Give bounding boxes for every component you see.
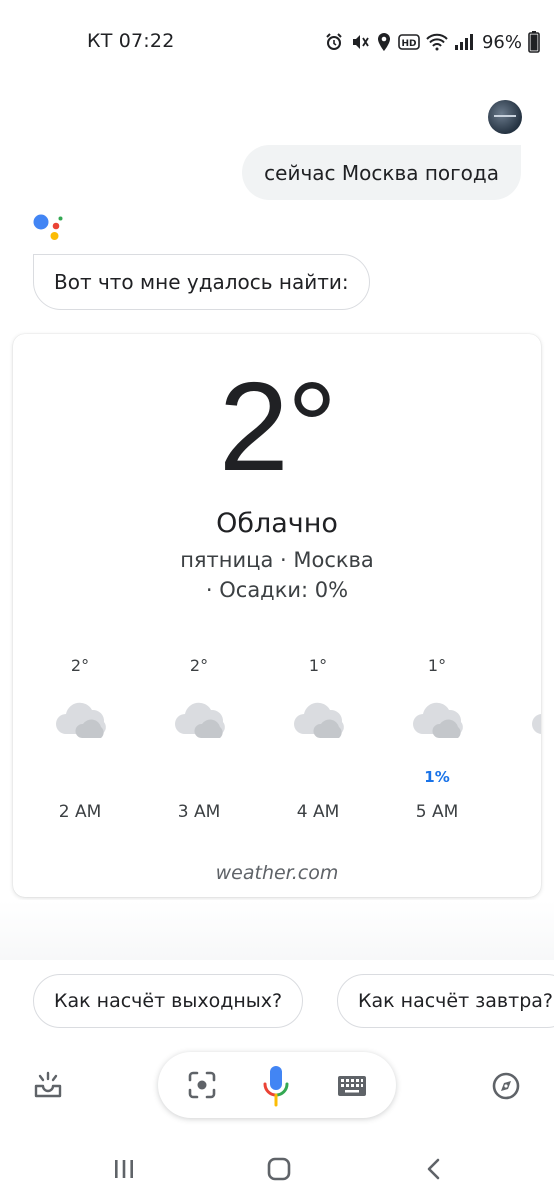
cloudy-icon [532, 714, 541, 734]
hourly-item: 2° 3 AM [149, 652, 249, 822]
suggestion-chip-tomorrow[interactable]: Как насчёт завтра? [337, 974, 554, 1028]
back-icon[interactable] [420, 1154, 448, 1184]
hourly-item: 1° 1% 5 AM [387, 652, 487, 822]
updates-tray-icon[interactable] [30, 1068, 66, 1104]
hourly-precip: 1% [424, 768, 450, 786]
weather-day-location: пятница · Москва [180, 548, 374, 572]
cloudy-icon [175, 702, 225, 738]
cloudy-icon [294, 702, 344, 738]
cloudy-icon [413, 702, 463, 738]
signal-icon [454, 33, 474, 51]
system-nav-bar [0, 1140, 554, 1200]
home-icon[interactable] [262, 1154, 296, 1184]
user-query-bubble[interactable]: сейчас Москва погода [242, 145, 521, 200]
weather-condition: Облачно [216, 508, 338, 539]
alarm-icon [324, 32, 344, 52]
hourly-item: 1° 4 AM [268, 652, 368, 822]
keyboard-icon[interactable] [336, 1072, 368, 1100]
hourly-time: 5 AM [415, 802, 459, 822]
hd-voice-icon: HD [398, 33, 420, 51]
cloudy-icon [56, 702, 106, 738]
user-avatar[interactable] [488, 100, 522, 134]
status-bar: КТ 07:22 HD 96% [0, 0, 554, 84]
lens-icon[interactable] [186, 1068, 218, 1102]
weather-card[interactable]: 2° Облачно пятница · Москва · Осадки: 0%… [13, 334, 541, 897]
hourly-temp: 1° [308, 656, 328, 675]
hourly-forecast[interactable]: 2° 2 AM 2° 3 AM 1° 4 AM 1° 1% 5 AM [13, 652, 541, 822]
hourly-temp: 2° [189, 656, 209, 675]
mute-vibrate-icon [350, 32, 370, 52]
hourly-time: 2 AM [58, 802, 102, 822]
hourly-temp: 2° [70, 656, 90, 675]
hourly-item: 6 [506, 652, 541, 822]
wifi-icon [426, 33, 448, 51]
svg-text:HD: HD [401, 39, 416, 49]
hourly-item: 2° 2 AM [30, 652, 130, 822]
hourly-temp: 1° [427, 656, 447, 675]
explore-compass-icon[interactable] [488, 1068, 524, 1104]
status-time: КТ 07:22 [87, 30, 175, 52]
microphone-icon[interactable] [260, 1064, 292, 1108]
hourly-time: 4 AM [296, 802, 340, 822]
hourly-time: 3 AM [177, 802, 221, 822]
location-icon [376, 32, 392, 52]
status-icons: HD 96% [324, 28, 540, 56]
recents-icon[interactable] [108, 1154, 140, 1184]
assistant-reply-bubble: Вот что мне удалось найти: [33, 254, 370, 310]
battery-percentage: 96% [481, 31, 522, 53]
battery-icon [528, 31, 540, 53]
suggestions-fade [0, 900, 554, 960]
google-assistant-logo-icon [33, 213, 67, 243]
weather-source-link[interactable]: weather.com [13, 862, 541, 884]
suggestion-chip-weekend[interactable]: Как насчёт выходных? [33, 974, 304, 1028]
current-temperature: 2° [218, 356, 337, 497]
weather-precipitation: · Осадки: 0% [205, 578, 349, 602]
hourly-time: 6 [506, 802, 541, 822]
